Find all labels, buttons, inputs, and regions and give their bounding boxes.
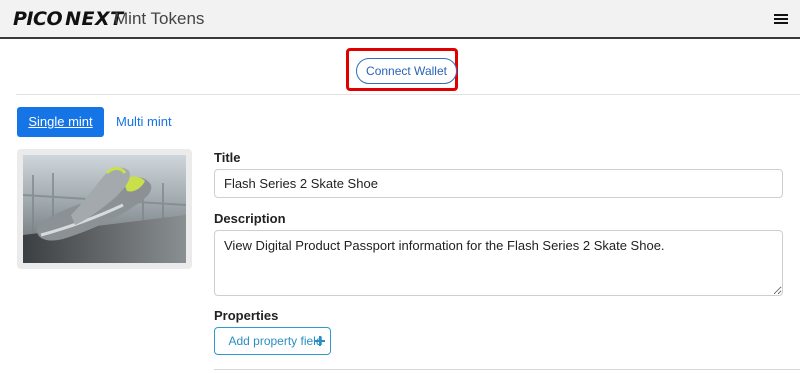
connect-wallet-button[interactable]: Connect Wallet [356,58,457,84]
title-label: Title [214,150,241,165]
hamburger-icon[interactable] [774,13,788,25]
divider-bottom [214,369,800,370]
add-property-field-button[interactable]: Add property field [214,327,331,355]
tab-single-mint-label: Single mint [28,114,93,129]
top-nav-bar: PICO NEXT Mint Tokens [0,0,800,39]
piconext-logo[interactable]: PICO NEXT [13,8,124,30]
sneaker-photo [23,155,186,263]
plus-icon [315,336,325,346]
description-label: Description [214,211,286,226]
logo-text-pico: PICO [13,8,63,30]
divider [16,94,800,95]
title-input[interactable] [214,169,783,198]
description-textarea[interactable]: View Digital Product Passport informatio… [214,230,783,296]
product-image-card [17,149,192,269]
add-property-field-label: Add property field [228,334,323,348]
page-title: Mint Tokens [114,9,205,28]
tab-single-mint[interactable]: Single mint [17,107,104,137]
properties-label: Properties [214,308,279,323]
tab-multi-mint[interactable]: Multi mint [116,107,172,137]
